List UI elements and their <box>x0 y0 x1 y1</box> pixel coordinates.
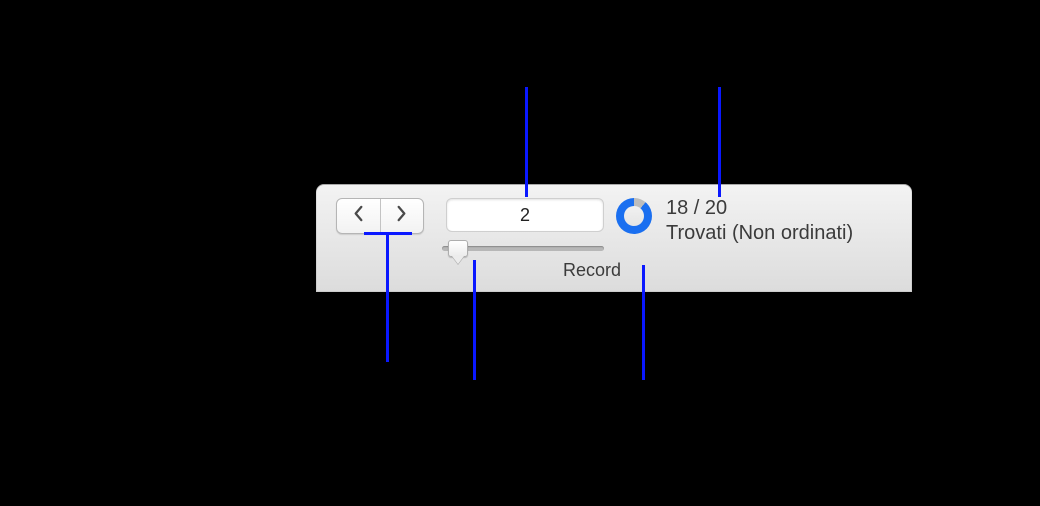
callout-line <box>473 260 476 380</box>
prev-record-button[interactable] <box>337 199 380 233</box>
callout-line <box>718 87 721 197</box>
current-record-value: 2 <box>520 205 530 226</box>
found-sort-state: Trovati (Non ordinati) <box>666 221 853 246</box>
callout-line <box>386 232 389 362</box>
record-nav-segment <box>336 198 424 234</box>
next-record-button[interactable] <box>381 199 424 233</box>
record-slider[interactable] <box>442 239 604 257</box>
callout-line <box>642 265 645 380</box>
found-count: 18 / 20 <box>666 196 853 221</box>
chevron-right-icon <box>395 205 408 227</box>
chevron-left-icon <box>352 205 365 227</box>
found-pie-icon[interactable] <box>616 198 652 234</box>
current-record-field[interactable]: 2 <box>446 198 604 232</box>
record-navigation-panel: 2 Record 18 / 20 Trovati (Non ordinati) <box>316 184 912 292</box>
record-label: Record <box>563 260 621 281</box>
callout-line <box>525 87 528 197</box>
found-status: 18 / 20 Trovati (Non ordinati) <box>666 196 853 246</box>
slider-thumb[interactable] <box>448 240 468 257</box>
